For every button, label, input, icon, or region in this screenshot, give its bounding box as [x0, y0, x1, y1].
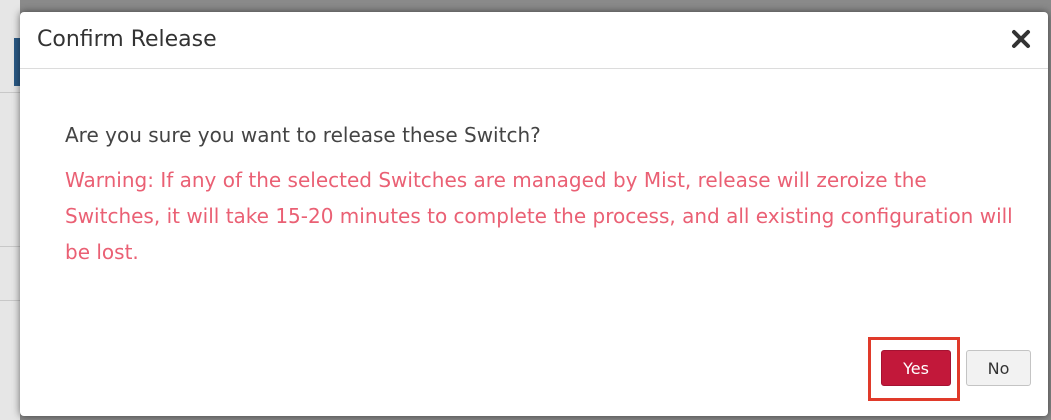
confirm-release-dialog: Confirm Release Are you sure you want to…: [20, 12, 1048, 416]
no-button[interactable]: No: [966, 350, 1031, 386]
close-button[interactable]: [1006, 24, 1036, 54]
dialog-body: Are you sure you want to release these S…: [65, 120, 1025, 270]
warning-message: Warning: If any of the selected Switches…: [65, 168, 1013, 264]
confirm-question: Are you sure you want to release these S…: [65, 123, 541, 147]
dialog-title: Confirm Release: [37, 27, 217, 52]
yes-button[interactable]: Yes: [881, 350, 951, 386]
background-divider: [0, 246, 20, 247]
background-app-edge: [0, 0, 20, 420]
close-icon: [1012, 30, 1030, 48]
dialog-header: Confirm Release: [20, 12, 1048, 69]
background-divider: [0, 300, 20, 301]
background-divider: [0, 92, 20, 93]
